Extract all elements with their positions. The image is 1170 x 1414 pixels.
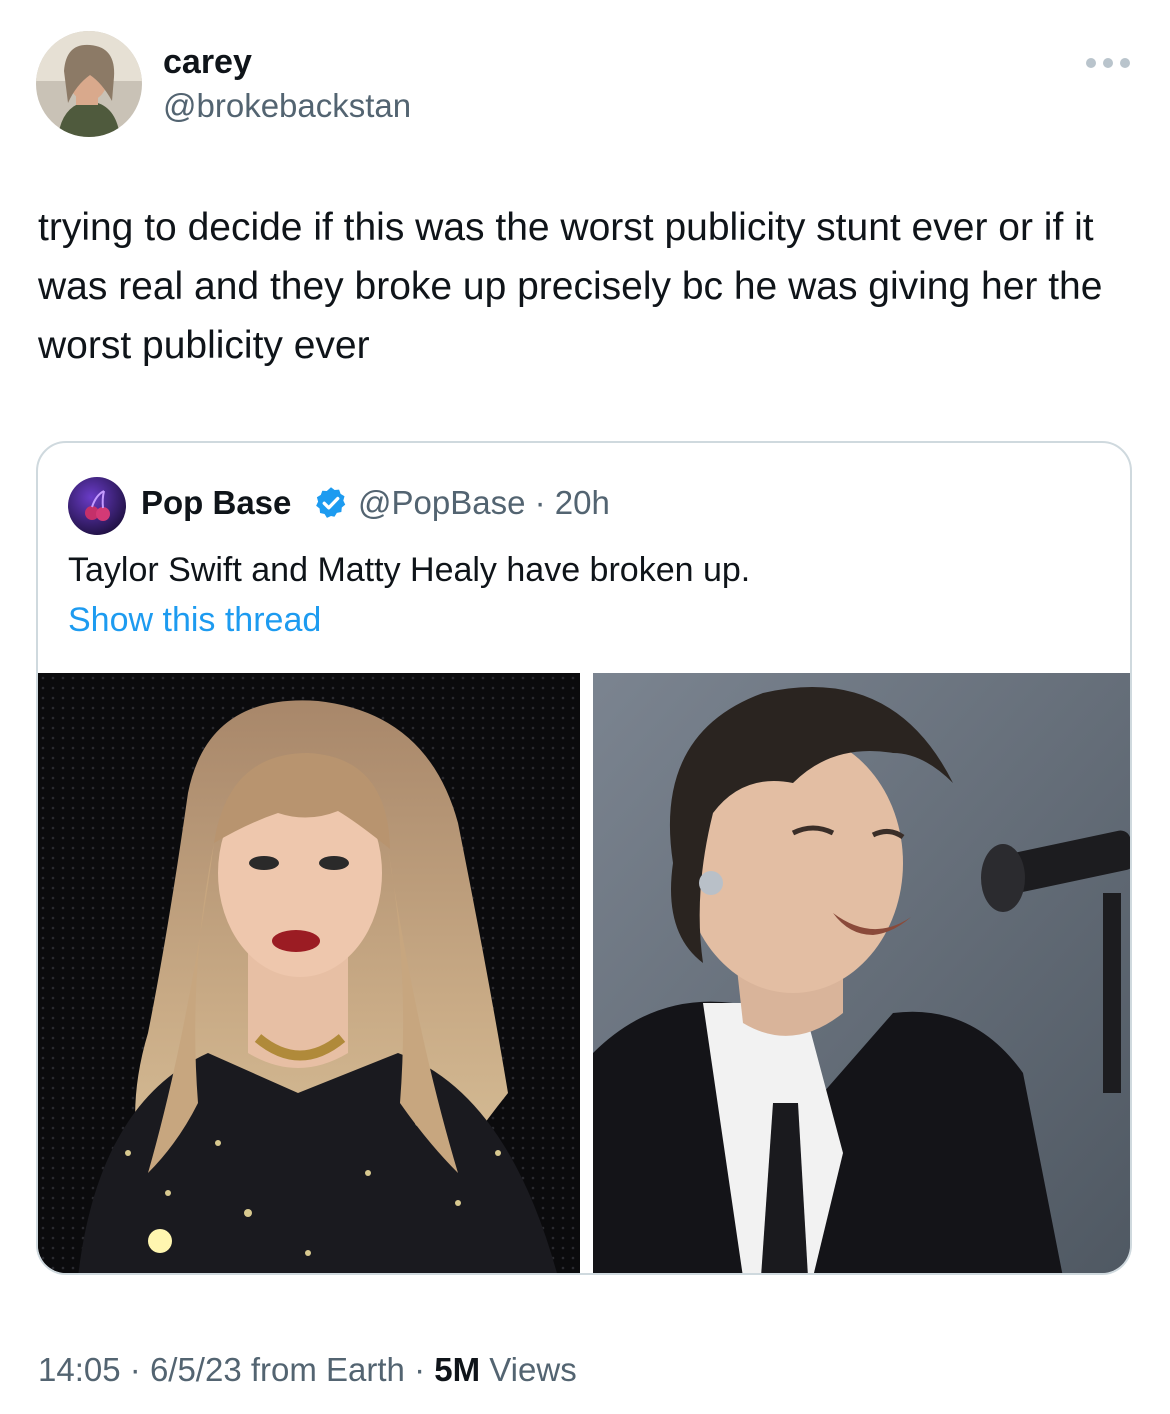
quoted-meta: @PopBase · 20h	[358, 483, 610, 523]
views-label[interactable]: Views	[489, 1351, 576, 1388]
performer-photo-left[interactable]	[38, 673, 580, 1273]
user-avatar[interactable]	[36, 31, 142, 137]
verified-badge-icon	[313, 485, 349, 521]
show-thread-link[interactable]: Show this thread	[68, 599, 321, 641]
tweet-footer: 14:05 · 6/5/23 from Earth · 5M Views	[38, 1350, 577, 1390]
user-handle[interactable]: @brokebackstan	[163, 86, 411, 126]
meta-separator: ·	[534, 484, 546, 521]
footer-separator: ·	[414, 1351, 426, 1388]
views-count[interactable]: 5M	[434, 1351, 480, 1388]
tweet-text: trying to decide if this was the worst p…	[38, 206, 1103, 367]
quoted-handle[interactable]: @PopBase	[358, 484, 525, 521]
tweet-time[interactable]: 14:05	[38, 1351, 121, 1388]
performer-photo-right[interactable]	[593, 673, 1130, 1273]
footer-separator: ·	[129, 1351, 141, 1388]
more-dots-icon[interactable]	[1083, 55, 1133, 71]
tweet-source: from Earth	[250, 1351, 405, 1388]
tweet-date[interactable]: 6/5/23	[150, 1351, 242, 1388]
display-name[interactable]: carey	[163, 42, 252, 82]
quoted-time[interactable]: 20h	[555, 484, 610, 521]
quoted-tweet-card[interactable]: Pop Base @PopBase · 20h Taylor Swift and…	[36, 441, 1132, 1275]
quoted-display-name[interactable]: Pop Base	[141, 483, 291, 523]
quoted-avatar[interactable]	[68, 477, 126, 535]
quoted-text: Taylor Swift and Matty Healy have broken…	[68, 551, 751, 589]
